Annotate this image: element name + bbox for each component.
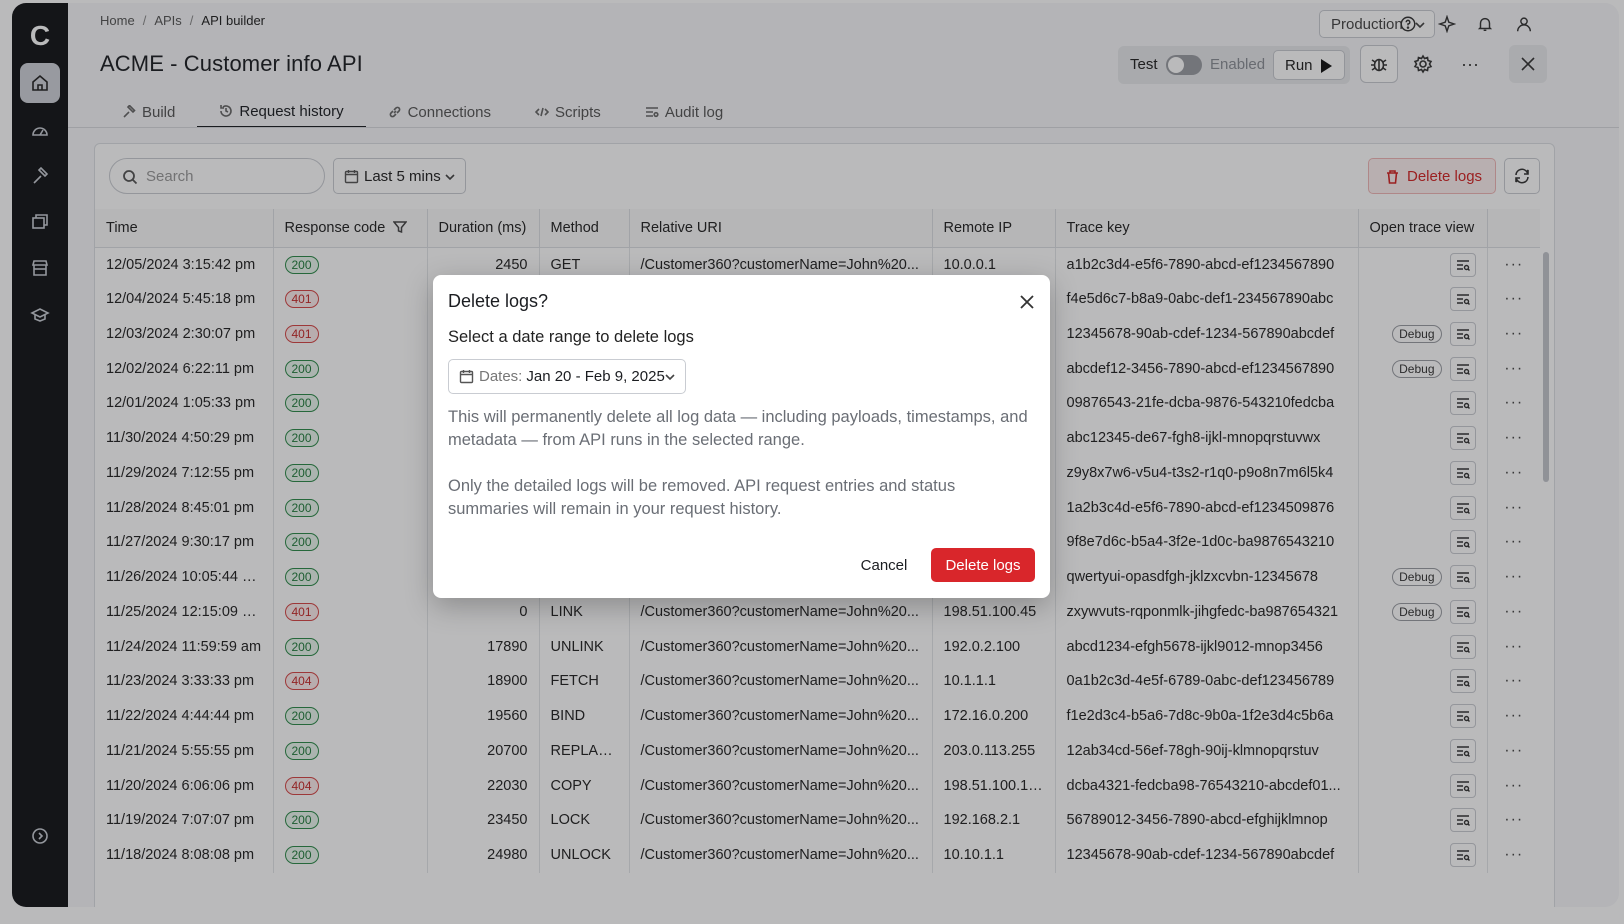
cancel-button[interactable]: Cancel [848,548,920,582]
chevron-down-icon [665,374,675,381]
confirm-delete-button[interactable]: Delete logs [931,548,1035,582]
info-text: Only the detailed logs will be removed. … [448,477,956,518]
dates-value: Jan 20 - Feb 9, 2025 [526,368,665,385]
warning-text: This will permanently delete all log dat… [448,408,1028,449]
dialog-close-button[interactable] [1018,293,1036,311]
dialog-title: Delete logs? [448,291,549,311]
delete-logs-dialog: Delete logs? Select a date range to dele… [433,275,1050,598]
date-range-select[interactable]: Dates: Jan 20 - Feb 9, 2025 [448,359,686,394]
close-icon [1020,295,1034,309]
calendar-icon [459,370,474,384]
dialog-subtitle: Select a date range to delete logs [448,328,694,346]
dates-label: Dates: [479,368,523,385]
